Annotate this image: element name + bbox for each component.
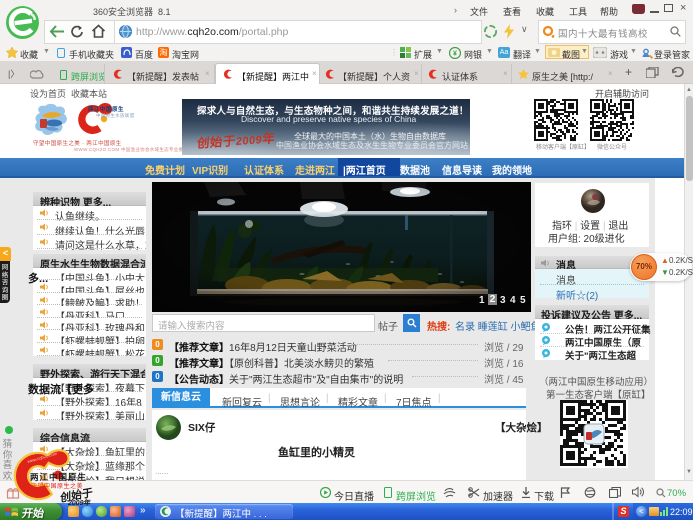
svg-text:¥: ¥ [453,51,457,58]
